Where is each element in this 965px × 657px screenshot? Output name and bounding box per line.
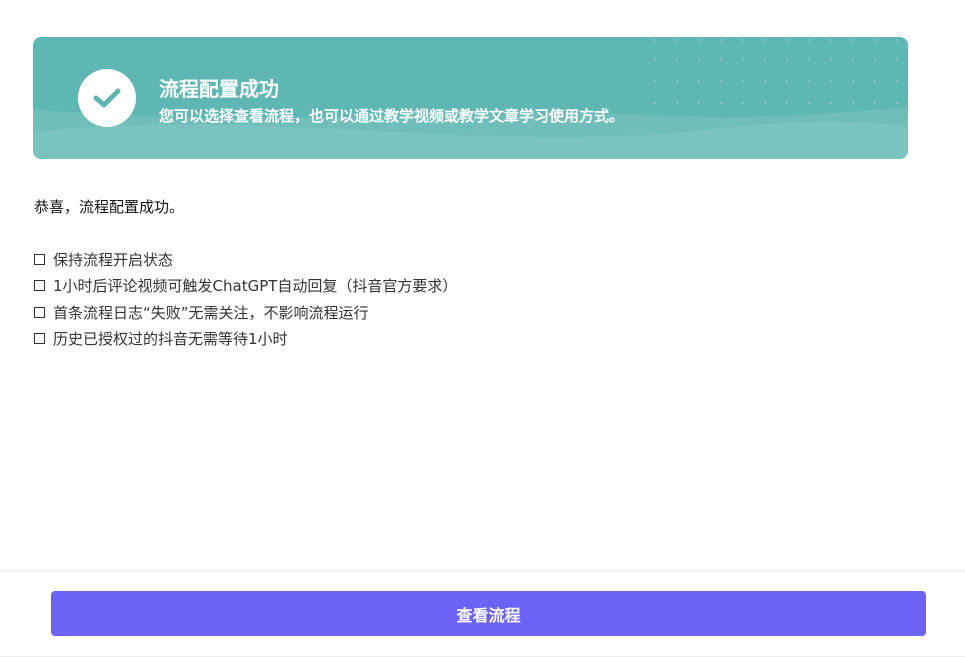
checklist-item: 1小时后评论视频可触发ChatGPT自动回复（抖音官方要求） [34, 273, 457, 300]
checkbox-icon [34, 306, 45, 318]
checklist-item-label: 历史已授权过的抖音无需等待1小时 [53, 330, 288, 349]
checklist-item: 历史已授权过的抖音无需等待1小时 [34, 326, 457, 353]
checkbox-icon [34, 253, 45, 265]
success-check-icon [78, 69, 136, 127]
banner-subtitle: 您可以选择查看流程，也可以通过教学视频或教学文章学习使用方式。 [159, 107, 625, 125]
congrats-message: 恭喜，流程配置成功。 [34, 198, 185, 216]
checklist-item: 首条流程日志“失败”无需关注，不影响流程运行 [34, 299, 457, 326]
checklist-item: 保持流程开启状态 [34, 246, 457, 273]
checklist: 保持流程开启状态 1小时后评论视频可触发ChatGPT自动回复（抖音官方要求） … [34, 246, 457, 352]
check-icon [93, 88, 121, 108]
checklist-item-label: 首条流程日志“失败”无需关注，不影响流程运行 [53, 303, 369, 322]
banner-title: 流程配置成功 [159, 77, 279, 101]
checkbox-icon [34, 280, 45, 292]
view-flow-button[interactable]: 查看流程 [51, 591, 926, 636]
checkbox-icon [34, 333, 45, 345]
checklist-item-label: 1小时后评论视频可触发ChatGPT自动回复（抖音官方要求） [53, 277, 458, 296]
checklist-item-label: 保持流程开启状态 [53, 250, 174, 269]
success-banner: 流程配置成功 您可以选择查看流程，也可以通过教学视频或教学文章学习使用方式。 [33, 37, 908, 159]
